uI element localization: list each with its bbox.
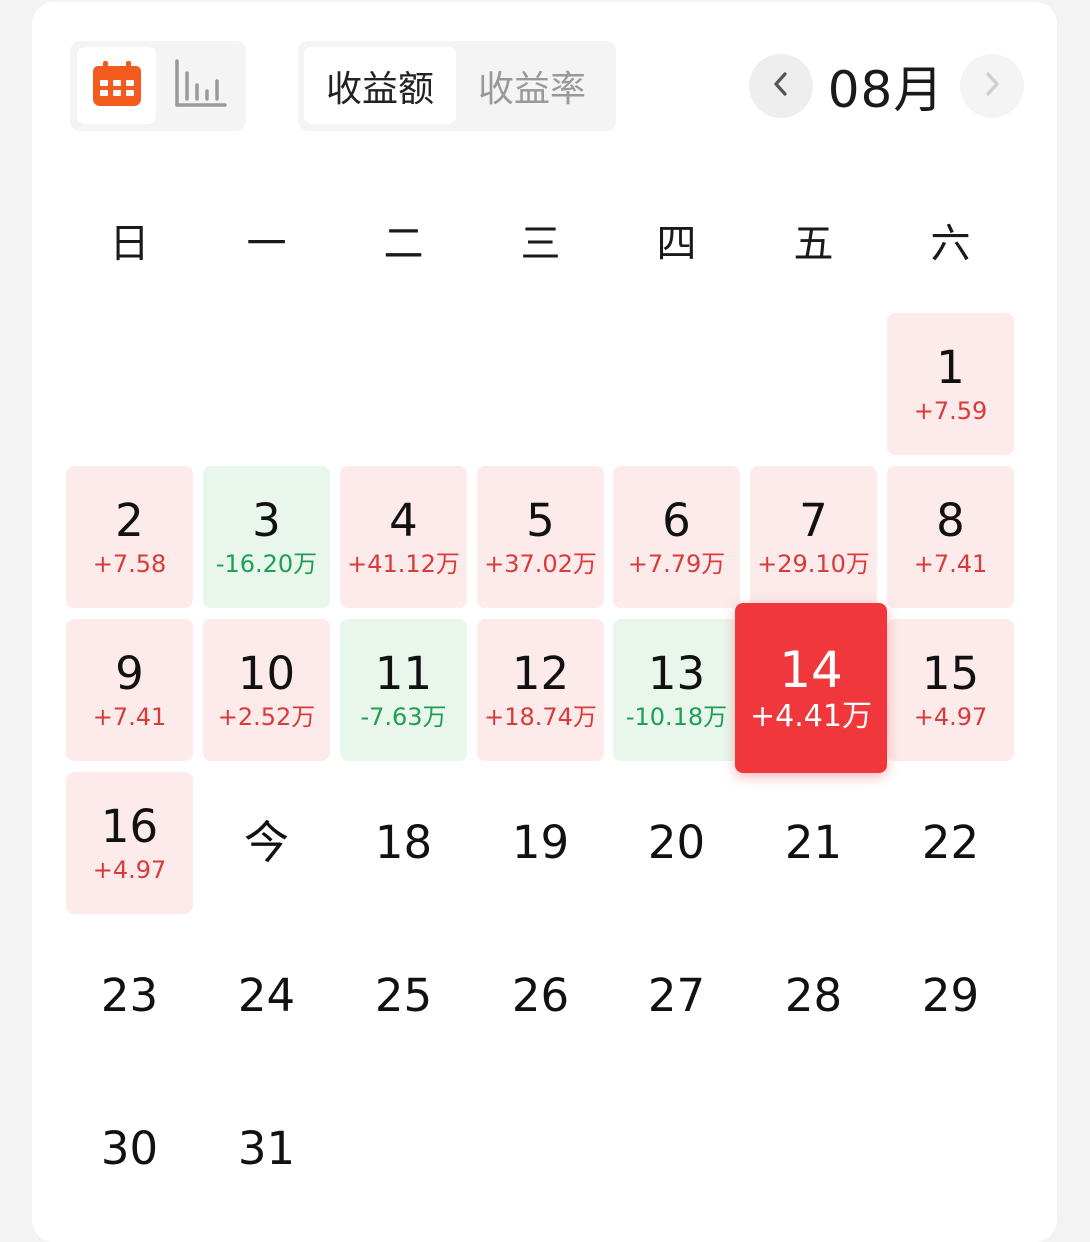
day-cell[interactable]: 20 — [613, 772, 740, 914]
day-cell[interactable]: 22 — [887, 772, 1014, 914]
day-number: 2 — [115, 494, 144, 547]
day-cell[interactable]: 8 +7.41 — [887, 466, 1014, 608]
chevron-right-icon — [979, 69, 1005, 103]
day-profit-value: +41.12万 — [347, 550, 460, 578]
day-cell[interactable]: 30 — [66, 1078, 193, 1220]
day-profit-value: +7.41 — [913, 550, 988, 578]
day-number: 13 — [647, 647, 706, 700]
day-number: 18 — [374, 816, 433, 869]
day-profit-value: +4.97 — [913, 703, 988, 731]
day-number: 29 — [921, 969, 980, 1022]
day-number: 22 — [921, 816, 980, 869]
day-cell[interactable]: 12 +18.74万 — [477, 619, 604, 761]
day-number: 3 — [252, 494, 281, 547]
day-cell[interactable]: 16 +4.97 — [66, 772, 193, 914]
day-number: 24 — [237, 969, 296, 1022]
day-number: 今 — [243, 816, 289, 869]
weekday-sat: 六 — [930, 221, 971, 267]
day-number: 11 — [374, 647, 433, 700]
day-profit-value: -16.20万 — [215, 550, 318, 578]
day-number: 5 — [526, 494, 555, 547]
day-number: 7 — [799, 494, 828, 547]
day-number: 6 — [662, 494, 691, 547]
day-cell[interactable]: 28 — [750, 925, 877, 1067]
day-number: 12 — [511, 647, 570, 700]
month-label: 08月 — [827, 61, 945, 119]
day-number: 31 — [237, 1122, 296, 1175]
day-number: 27 — [647, 969, 706, 1022]
day-number: 10 — [237, 647, 296, 700]
prev-month-button[interactable] — [749, 54, 813, 118]
day-cell[interactable]: 今 — [203, 772, 330, 914]
metric-toggle: 收益额 收益率 — [298, 41, 616, 131]
view-mode-toggle — [70, 41, 246, 131]
day-cell[interactable]: 6 +7.79万 — [613, 466, 740, 608]
day-cell[interactable]: 1 +7.59 — [887, 313, 1014, 455]
day-cell[interactable]: 18 — [340, 772, 467, 914]
day-cell[interactable]: 27 — [613, 925, 740, 1067]
day-number: 21 — [784, 816, 843, 869]
day-number: 23 — [100, 969, 159, 1022]
tab-profit-amount[interactable]: 收益额 — [304, 47, 456, 124]
day-number: 8 — [936, 494, 965, 547]
day-number: 19 — [511, 816, 570, 869]
calendar-icon — [90, 59, 144, 113]
day-number: 20 — [647, 816, 706, 869]
weekday-fri: 五 — [793, 221, 834, 267]
day-number: 15 — [921, 647, 980, 700]
day-cell[interactable]: 7 +29.10万 — [750, 466, 877, 608]
day-profit-value: +2.52万 — [217, 703, 316, 731]
day-profit-value: +29.10万 — [757, 550, 870, 578]
weekday-wed: 三 — [520, 221, 561, 267]
day-cell[interactable]: 9 +7.41 — [66, 619, 193, 761]
weekday-thu: 四 — [656, 221, 697, 267]
day-cell[interactable]: 3 -16.20万 — [203, 466, 330, 608]
bar-chart-icon — [173, 57, 227, 115]
weekday-sun: 日 — [109, 221, 150, 267]
day-number: 16 — [100, 800, 159, 853]
day-cell[interactable]: 26 — [477, 925, 604, 1067]
day-profit-value: -7.63万 — [360, 703, 447, 731]
day-cell[interactable]: 21 — [750, 772, 877, 914]
day-cell[interactable]: 23 — [66, 925, 193, 1067]
day-cell[interactable]: 10 +2.52万 — [203, 619, 330, 761]
day-number: 1 — [936, 341, 965, 394]
weekday-mon: 一 — [246, 221, 287, 267]
day-number: 9 — [115, 647, 144, 700]
day-cell[interactable]: 5 +37.02万 — [477, 466, 604, 608]
chevron-left-icon — [768, 69, 794, 103]
day-cell[interactable]: 14 +4.41万 — [735, 603, 887, 773]
day-cell[interactable]: 31 — [203, 1078, 330, 1220]
day-number: 4 — [389, 494, 418, 547]
day-profit-value: +7.41 — [92, 703, 167, 731]
day-profit-value: +4.97 — [92, 856, 167, 884]
day-cell[interactable]: 15 +4.97 — [887, 619, 1014, 761]
day-profit-value: +7.59 — [913, 397, 988, 425]
next-month-button[interactable] — [960, 54, 1024, 118]
day-number: 30 — [100, 1122, 159, 1175]
day-cell[interactable]: 24 — [203, 925, 330, 1067]
day-profit-value: +7.79万 — [627, 550, 726, 578]
day-cell[interactable]: 13 -10.18万 — [613, 619, 740, 761]
day-cell[interactable]: 2 +7.58 — [66, 466, 193, 608]
day-number: 28 — [784, 969, 843, 1022]
chart-view-button[interactable] — [160, 47, 239, 124]
day-cell[interactable]: 11 -7.63万 — [340, 619, 467, 761]
day-cell[interactable]: 29 — [887, 925, 1014, 1067]
day-cell[interactable]: 25 — [340, 925, 467, 1067]
calendar-view-button[interactable] — [77, 47, 156, 124]
tab-profit-rate[interactable]: 收益率 — [456, 47, 608, 124]
day-cell[interactable]: 4 +41.12万 — [340, 466, 467, 608]
day-profit-value: +4.41万 — [750, 699, 872, 734]
day-number: 14 — [779, 641, 843, 699]
day-profit-value: +18.74万 — [484, 703, 597, 731]
day-profit-value: +37.02万 — [484, 550, 597, 578]
weekday-tue: 二 — [383, 221, 424, 267]
day-profit-value: +7.58 — [92, 550, 167, 578]
day-cell[interactable]: 19 — [477, 772, 604, 914]
day-number: 26 — [511, 969, 570, 1022]
day-number: 25 — [374, 969, 433, 1022]
day-profit-value: -10.18万 — [625, 703, 728, 731]
